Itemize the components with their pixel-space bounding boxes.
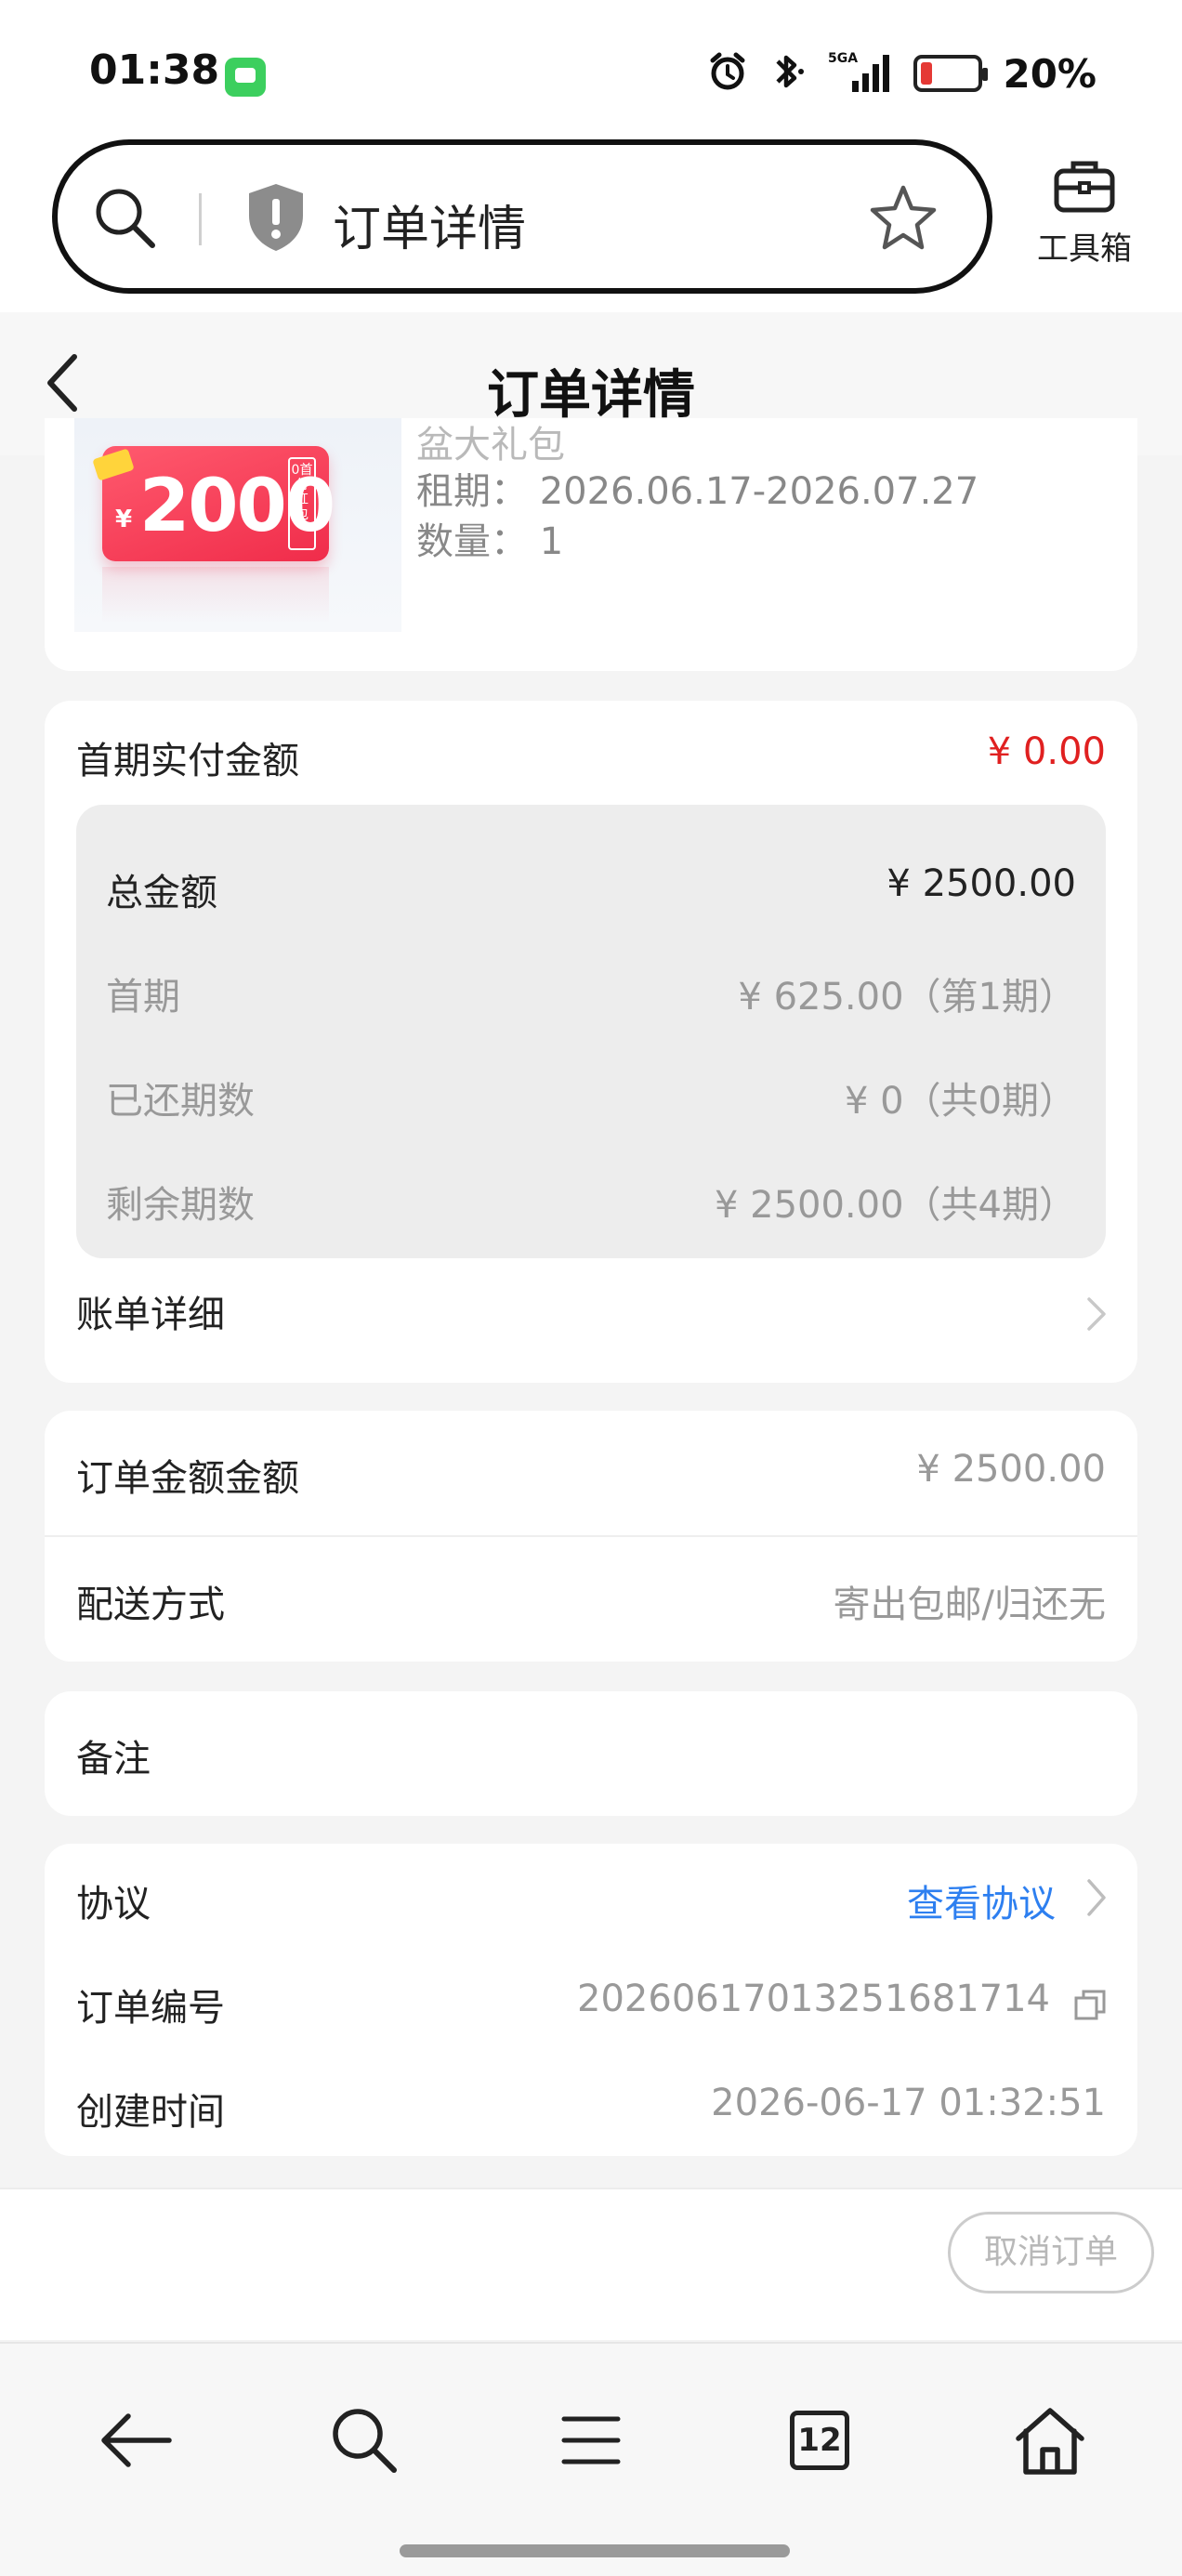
action-bar: 取消订单: [0, 2188, 1182, 2340]
order-info-card: 协议 查看协议 订单编号 20260617013251681714 创建时间 2…: [45, 1844, 1137, 2156]
product-quantity: 数量： 1: [416, 520, 564, 563]
status-time: 01:38: [89, 46, 220, 94]
tab-count: 12: [790, 2411, 849, 2470]
battery-level: [921, 62, 933, 85]
installment-row: 已还期数 ¥ 0（共0期）: [76, 1071, 1106, 1126]
search-icon[interactable]: [318, 2394, 411, 2487]
agreement-label: 协议: [76, 1883, 151, 1925]
first-installment-label: 首期: [106, 976, 180, 1019]
toolbox-icon: [1053, 161, 1116, 217]
chevron-right-icon: [1082, 1295, 1110, 1336]
coupon-currency: ¥: [115, 506, 133, 533]
installment-summary: 总金额 ¥ 2500.00 首期 ¥ 625.00（第1期） 已还期数 ¥ 0（…: [76, 805, 1106, 1258]
lease-period: 租期： 2026.06.17-2026.07.27: [416, 470, 979, 513]
tabs-icon[interactable]: 12: [773, 2394, 866, 2487]
search-icon[interactable]: [91, 184, 160, 256]
order-amount-label: 订单金额金额: [76, 1457, 299, 1500]
chevron-right-icon[interactable]: [1082, 1877, 1110, 1922]
battery-percent: 20%: [1003, 50, 1097, 97]
coupon-tag: [92, 448, 135, 481]
order-amount-value: ¥ 2500.00: [916, 1448, 1106, 1491]
order-summary-card: 订单金额金额 ¥ 2500.00 配送方式 寄出包邮/归还无: [45, 1411, 1137, 1662]
network-label: 5GA: [828, 51, 858, 66]
paid-periods-value: ¥ 0（共0期）: [844, 1080, 1076, 1123]
delivery-value: 寄出包邮/归还无: [833, 1584, 1106, 1626]
total-amount-label: 总金额: [106, 872, 217, 914]
battery-icon: [913, 55, 989, 92]
status-bar: 01:38 5GA 20%: [0, 0, 1182, 139]
bluetooth-icon: [768, 50, 806, 97]
coupon-reflection: [102, 567, 329, 623]
shield-warning-icon[interactable]: [243, 180, 309, 258]
star-icon[interactable]: [868, 182, 939, 256]
order-number-value: 20260617013251681714: [577, 1978, 1050, 2020]
order-amount-row: 订单金额金额 ¥ 2500.00: [45, 1411, 1137, 1535]
address-divider: [199, 193, 202, 245]
total-amount-value: ¥ 2500.00: [886, 862, 1076, 905]
first-installment-value: ¥ 625.00（第1期）: [738, 976, 1076, 1019]
address-title[interactable]: 订单详情: [333, 190, 526, 259]
created-time-value: 2026-06-17 01:32:51: [711, 2082, 1106, 2124]
cancel-order-button[interactable]: 取消订单: [948, 2212, 1154, 2293]
remark-card: 备注: [45, 1691, 1137, 1816]
first-pay-label: 首期实付金额: [76, 740, 299, 782]
created-time-label: 创建时间: [76, 2091, 225, 2134]
delivery-row: 配送方式 寄出包邮/归还无: [45, 1537, 1137, 1662]
remark-label: 备注: [76, 1738, 151, 1781]
order-number-label: 订单编号: [76, 1987, 225, 2030]
remaining-periods-value: ¥ 2500.00（共4期）: [714, 1184, 1076, 1227]
remaining-periods-label: 剩余期数: [106, 1184, 255, 1227]
agreement-row[interactable]: 协议 查看协议: [45, 1873, 1137, 1939]
delivery-label: 配送方式: [76, 1584, 225, 1626]
messages-icon: [225, 58, 266, 97]
page-title: 订单详情: [487, 365, 695, 426]
menu-icon[interactable]: [545, 2394, 637, 2487]
home-icon[interactable]: [1004, 2394, 1097, 2487]
coupon-side-text: 0首付红包: [288, 457, 316, 550]
product-image: ¥ 2000 0首付红包: [74, 418, 401, 632]
address-bar[interactable]: 订单详情: [52, 139, 992, 294]
installment-row: 总金额 ¥ 2500.00: [76, 862, 1106, 918]
product-card: ¥ 2000 0首付红包 盆大礼包 租期： 2026.06.17-2026.07…: [45, 418, 1137, 671]
toolbox-button[interactable]: 工具箱: [1024, 158, 1145, 269]
alarm-icon: [707, 51, 748, 96]
copy-icon[interactable]: [1072, 1987, 1110, 2028]
installment-row: 剩余期数 ¥ 2500.00（共4期）: [76, 1175, 1106, 1230]
back-arrow-icon[interactable]: [89, 2394, 182, 2487]
paid-periods-label: 已还期数: [106, 1080, 255, 1123]
toolbox-label: 工具箱: [1037, 230, 1132, 268]
installment-row: 首期 ¥ 625.00（第1期）: [76, 966, 1106, 1022]
browser-bottom-nav: 12: [0, 2342, 1182, 2576]
order-number-row: 订单编号 20260617013251681714: [45, 1978, 1137, 2043]
coupon-graphic: ¥ 2000 0首付红包: [92, 446, 335, 561]
view-agreement-link[interactable]: 查看协议: [907, 1873, 1056, 1927]
bill-detail-label: 账单详细: [76, 1294, 225, 1336]
first-pay-value: ¥ 0.00: [987, 730, 1106, 773]
created-time-row: 创建时间 2026-06-17 01:32:51: [45, 2082, 1137, 2147]
payment-card: 首期实付金额 ¥ 0.00 总金额 ¥ 2500.00 首期 ¥ 625.00（…: [45, 701, 1137, 1383]
browser-toolbar: 订单详情 工具箱: [0, 139, 1182, 312]
status-icons: 5GA 20%: [707, 48, 1097, 99]
signal-icon: 5GA: [826, 49, 893, 98]
bill-detail-row[interactable]: 账单详细: [45, 1284, 1137, 1359]
home-indicator[interactable]: [400, 2544, 790, 2557]
